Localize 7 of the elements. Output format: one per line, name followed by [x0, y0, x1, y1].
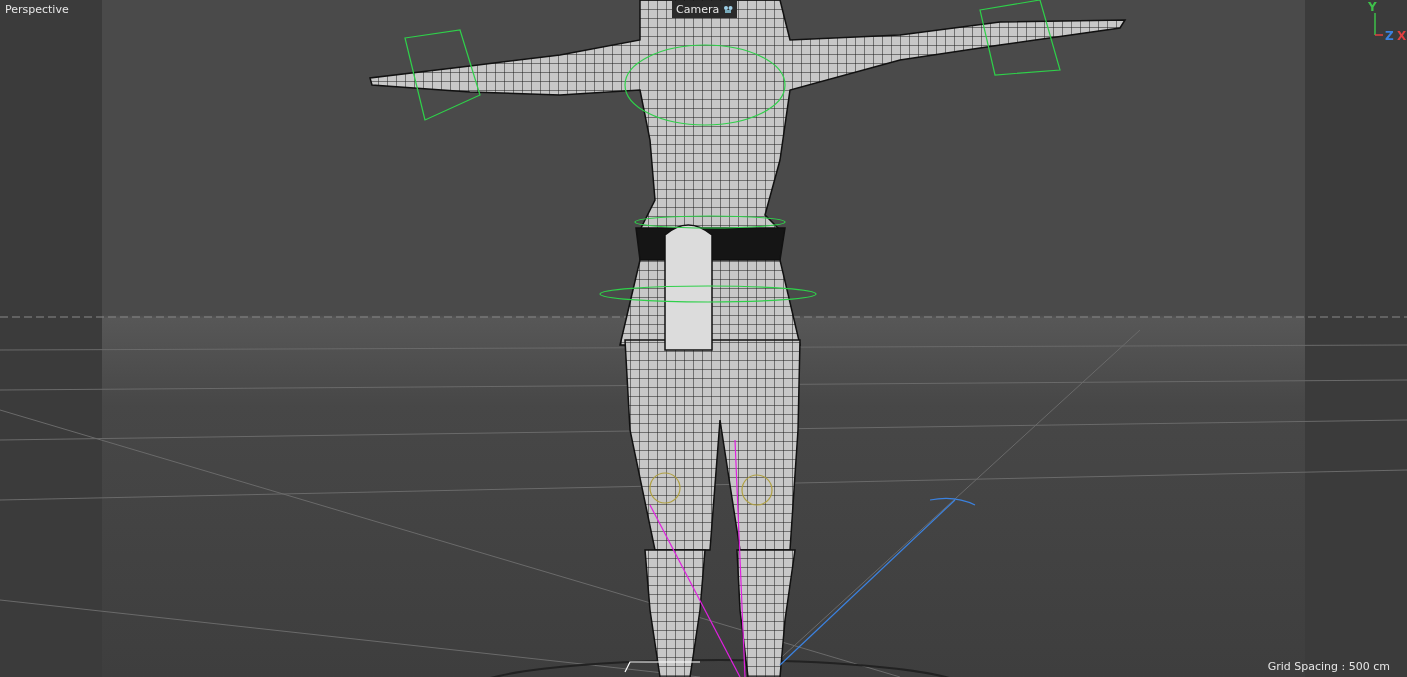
camera-icon	[723, 5, 734, 14]
axis-label: Z	[1385, 29, 1394, 43]
camera-menu[interactable]: Camera	[672, 1, 738, 18]
grid-spacing-label: Grid Spacing : 500 cm	[1267, 661, 1390, 672]
axis-label: X	[1397, 29, 1407, 43]
viewport-name: Perspective	[5, 4, 69, 15]
axis-label: Y	[1368, 0, 1377, 14]
